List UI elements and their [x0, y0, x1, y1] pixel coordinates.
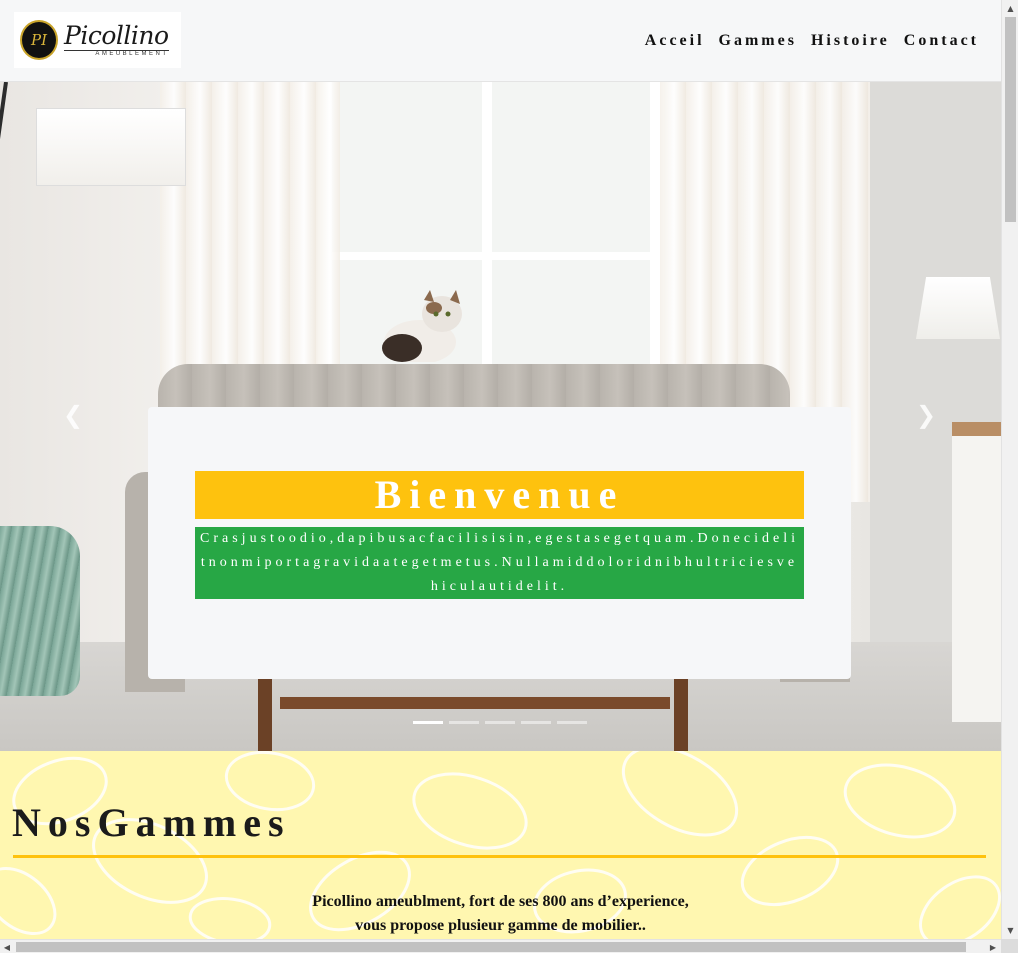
nav-link-histoire[interactable]: Histoire: [811, 32, 890, 50]
cat-image: [382, 290, 462, 362]
carousel-indicator-5[interactable]: [557, 721, 587, 724]
coffee-table: [258, 678, 688, 751]
logo-wordmark: Picollino AMEUBLEMENT: [64, 23, 169, 57]
scrollbar-corner: [1001, 939, 1018, 953]
table-lamp: [916, 277, 1000, 339]
chevron-right-icon: ❯: [915, 401, 937, 429]
hero-title: Bienvenue: [195, 471, 804, 519]
scroll-up-icon[interactable]: ▲: [1002, 0, 1018, 17]
carousel-indicator-2[interactable]: [449, 721, 479, 724]
scroll-right-icon[interactable]: ▶: [986, 940, 1000, 953]
room-window: [318, 82, 664, 382]
nav-link-gammes[interactable]: Gammes: [719, 32, 797, 50]
logo-emblem-icon: PI: [20, 20, 58, 60]
brand-logo[interactable]: PI Picollino AMEUBLEMENT: [14, 12, 181, 68]
chevron-left-icon: ❮: [62, 401, 84, 429]
gammes-description-line-2: vous propose plusieur gamme de mobilier.…: [355, 917, 646, 934]
carousel-indicator-4[interactable]: [521, 721, 551, 724]
gammes-section: NosGammes Picollino ameublment, fort de …: [0, 751, 1001, 939]
hero-text: Crasjustoodio,dapibusacfacilisisin,egest…: [195, 527, 804, 599]
carousel-next-button[interactable]: ❯: [911, 400, 941, 430]
gammes-title: NosGammes: [12, 800, 291, 845]
carousel-caption: Bienvenue Crasjustoodio,dapibusacfacilis…: [148, 407, 851, 679]
gammes-description: Picollino ameublment, fort de ses 800 an…: [0, 890, 1001, 938]
logo-emblem-text: PI: [30, 31, 48, 49]
carousel-indicator-1[interactable]: [413, 721, 443, 724]
floor-lamp-shade: [36, 108, 186, 186]
vertical-scrollbar[interactable]: ▲ ▼: [1001, 0, 1018, 939]
coffee-table-bar: [280, 697, 670, 709]
site-header: PI Picollino AMEUBLEMENT Acceil Gammes H…: [0, 0, 1001, 82]
nav-link-contact[interactable]: Contact: [904, 32, 979, 50]
nav-link-acceil[interactable]: Acceil: [645, 32, 705, 50]
carousel-indicators: [413, 721, 587, 724]
brand-tagline: AMEUBLEMENT: [64, 50, 169, 57]
vertical-scroll-thumb[interactable]: [1005, 17, 1016, 222]
scroll-down-icon[interactable]: ▼: [1002, 922, 1018, 939]
carousel-indicator-3[interactable]: [485, 721, 515, 724]
horizontal-scroll-thumb[interactable]: [16, 942, 966, 952]
curtain-left: [160, 82, 340, 412]
main-nav: Acceil Gammes Histoire Contact: [645, 32, 979, 50]
scroll-left-icon[interactable]: ◀: [0, 940, 14, 953]
brand-name: Picollino: [64, 21, 169, 50]
carousel-prev-button[interactable]: ❮: [58, 400, 88, 430]
hero-carousel: ❮ ❯ Bienvenue Crasjustoodio,dapibusacfac…: [0, 82, 1001, 751]
gammes-description-line-1: Picollino ameublment, fort de ses 800 an…: [312, 893, 689, 910]
blanket: [0, 526, 80, 696]
gammes-divider: [13, 855, 986, 858]
side-cabinet: [952, 422, 1001, 722]
horizontal-scrollbar[interactable]: ◀ ▶: [0, 939, 1001, 953]
